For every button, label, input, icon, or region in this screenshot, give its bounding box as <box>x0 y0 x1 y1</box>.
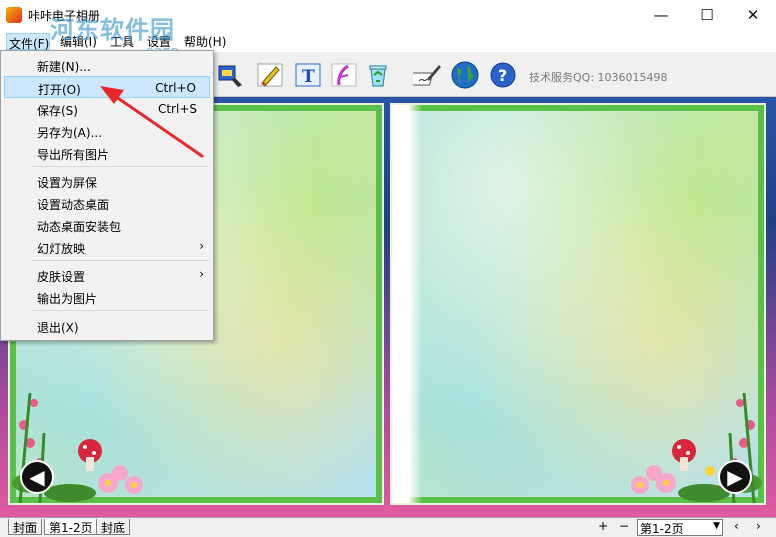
svg-text:?: ? <box>498 66 507 85</box>
globe-icon[interactable] <box>449 59 481 91</box>
prev-page-button[interactable]: ◀ <box>20 460 54 494</box>
text-tool-icon[interactable]: T <box>292 59 324 91</box>
page-select[interactable]: 第1-2页 ▼ <box>637 519 723 536</box>
menu-item-export-images[interactable]: 导出所有图片 <box>4 142 210 164</box>
submenu-arrow-icon: › <box>199 239 204 253</box>
tab-pages-1-2[interactable]: 第1-2页 <box>44 519 98 535</box>
zoom-out-button[interactable]: − <box>619 519 629 533</box>
status-bar: 封面 第1-2页 封底 + − 第1-2页 ▼ ‹ › <box>0 517 776 537</box>
recycle-bin-icon[interactable] <box>362 59 394 91</box>
watermark-logo: 河东软件园 <box>50 15 175 44</box>
menu-item-save-as[interactable]: 另存为(A)... <box>4 120 210 142</box>
help-icon[interactable]: ? <box>487 59 519 91</box>
submenu-arrow-icon: › <box>199 267 204 281</box>
page-select-value: 第1-2页 <box>640 522 684 536</box>
pen-tool-icon[interactable] <box>328 59 360 91</box>
menu-item-slideshow[interactable]: 幻灯放映 › <box>4 236 210 258</box>
tech-support-label: 技术服务QQ: 1036015498 <box>529 71 668 84</box>
menu-item-skin-settings[interactable]: 皮肤设置 › <box>4 264 210 286</box>
photo-editor-icon[interactable] <box>214 59 246 91</box>
menu-item-save[interactable]: 保存(S) Ctrl+S <box>4 98 210 120</box>
paint-brush-icon[interactable] <box>254 59 286 91</box>
sign-pen-icon[interactable] <box>412 59 444 91</box>
close-button[interactable]: ✕ <box>730 0 776 30</box>
file-menu-dropdown: 新建(N)... 打开(O) Ctrl+O 保存(S) Ctrl+S 另存为(A).… <box>0 50 214 341</box>
menu-item-open[interactable]: 打开(O) Ctrl+O <box>4 76 210 98</box>
next-button[interactable]: › <box>756 519 761 533</box>
menu-item-desktop-package[interactable]: 动态桌面安装包 <box>4 214 210 236</box>
page-spine <box>392 105 422 503</box>
maximize-button[interactable]: ☐ <box>684 0 730 30</box>
menu-separator <box>31 310 209 311</box>
menu-item-exit[interactable]: 退出(X) <box>4 315 210 337</box>
tab-cover[interactable]: 封面 <box>8 519 43 535</box>
zoom-in-button[interactable]: + <box>598 519 608 533</box>
menu-item-export-as-image[interactable]: 输出为图片 <box>4 286 210 308</box>
prev-button[interactable]: ‹ <box>734 519 739 533</box>
menu-item-new[interactable]: 新建(N)... <box>4 54 210 76</box>
menu-item-set-screensaver[interactable]: 设置为屏保 <box>4 170 210 192</box>
next-page-button[interactable]: ▶ <box>718 460 752 494</box>
menu-separator <box>31 260 209 261</box>
menu-item-set-desktop[interactable]: 设置动态桌面 <box>4 192 210 214</box>
chevron-down-icon: ▼ <box>713 521 720 531</box>
menu-file[interactable]: 文件(F) <box>6 33 50 51</box>
svg-text:T: T <box>302 67 315 87</box>
tab-back-cover[interactable]: 封底 <box>96 519 131 535</box>
album-page-right: ▶ <box>390 103 766 505</box>
app-icon <box>6 7 22 23</box>
minimize-button[interactable]: — <box>638 0 684 30</box>
menu-separator <box>31 166 209 167</box>
